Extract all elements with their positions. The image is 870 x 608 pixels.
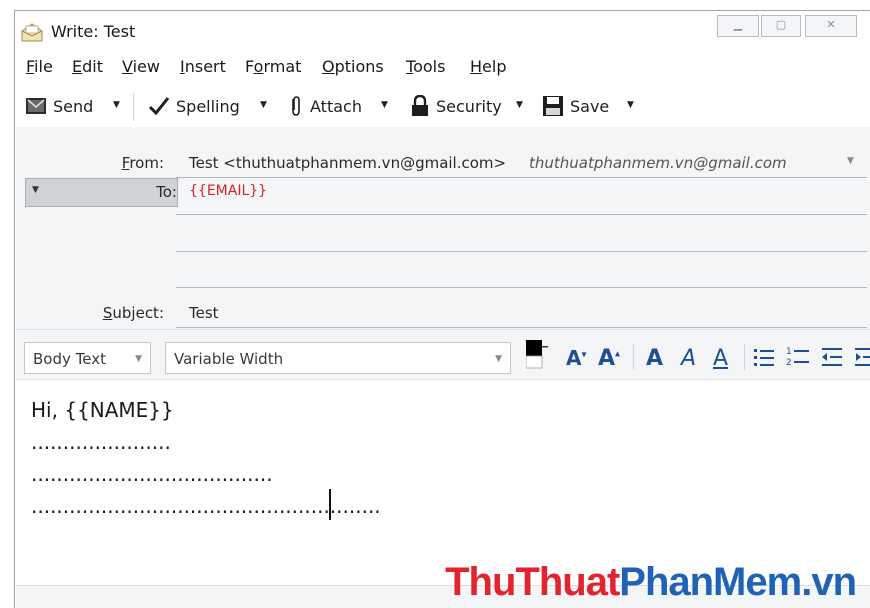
outdent-icon[interactable] bbox=[821, 347, 843, 367]
font-smaller-icon[interactable]: A▾ bbox=[566, 346, 587, 370]
body-greeting: Hi, {{NAME}} bbox=[31, 398, 174, 422]
toolbar-separator bbox=[133, 93, 134, 121]
body-line-2: ...................................... bbox=[31, 462, 273, 486]
recipient-type-arrow: ▼ bbox=[32, 185, 39, 195]
paragraph-style-value: Body Text bbox=[33, 350, 106, 368]
maximize-button[interactable]: ▢ bbox=[761, 15, 801, 37]
send-button[interactable]: Send bbox=[25, 93, 93, 119]
title-bar: Write: Test ▁ ▢ ✕ bbox=[15, 11, 870, 53]
save-label: Save bbox=[570, 96, 610, 116]
to-underline bbox=[176, 214, 867, 215]
save-dropdown-arrow[interactable]: ▼ bbox=[627, 100, 634, 110]
lock-icon bbox=[412, 95, 428, 116]
numbered-list-icon[interactable]: 1 2 bbox=[786, 345, 810, 367]
from-dropdown-arrow[interactable]: ▼ bbox=[847, 156, 854, 166]
address-header: From: Test <thuthuatphanmem.vn@gmail.com… bbox=[16, 127, 870, 337]
floppy-disk-icon bbox=[543, 96, 563, 116]
font-value: Variable Width bbox=[174, 350, 284, 368]
attach-dropdown-arrow[interactable]: ▼ bbox=[381, 100, 388, 110]
main-toolbar: Send ▼ Spelling ▼ Attach ▼ Security ▼ Sa… bbox=[15, 91, 870, 121]
security-label: Security bbox=[436, 96, 502, 116]
chevron-down-icon: ▼ bbox=[135, 354, 142, 364]
menu-format[interactable]: Format bbox=[245, 57, 301, 76]
spelling-button[interactable]: Spelling bbox=[148, 93, 240, 119]
menu-file[interactable]: File bbox=[26, 57, 53, 76]
security-button[interactable]: Security bbox=[410, 93, 502, 119]
italic-icon[interactable]: A bbox=[681, 346, 696, 371]
send-label: Send bbox=[53, 96, 94, 116]
to-value[interactable]: {{EMAIL}} bbox=[189, 183, 267, 199]
subject-input[interactable]: Test bbox=[189, 304, 219, 322]
attach-button[interactable]: Attach bbox=[288, 93, 362, 119]
svg-text:2: 2 bbox=[786, 358, 792, 367]
underline-icon[interactable]: A bbox=[713, 346, 728, 371]
subject-underline bbox=[176, 327, 867, 328]
svg-text:1: 1 bbox=[786, 347, 792, 357]
minimize-button[interactable]: ▁ bbox=[717, 15, 759, 37]
formatting-toolbar: Body Text ▼ Variable Width ▼ A▾ A▴ A A A… bbox=[16, 329, 870, 380]
paperclip-icon bbox=[292, 96, 300, 116]
recipient-type-selector[interactable]: ▼ To: bbox=[25, 178, 178, 207]
chevron-down-icon: ▼ bbox=[495, 354, 502, 364]
recipient-row-3-line bbox=[176, 287, 867, 288]
subject-label: Subject: bbox=[102, 304, 164, 322]
menu-bar: File Edit View Insert Format Options Too… bbox=[15, 55, 870, 81]
menu-help[interactable]: Help bbox=[470, 57, 506, 76]
close-button[interactable]: ✕ bbox=[805, 15, 857, 37]
watermark-part-1: ThuThuat bbox=[445, 560, 620, 604]
recipient-row-2-line bbox=[176, 251, 867, 252]
compose-window: Write: Test ▁ ▢ ✕ File Edit View Insert … bbox=[14, 10, 870, 608]
save-button[interactable]: Save bbox=[542, 93, 609, 119]
indent-icon[interactable] bbox=[854, 347, 870, 367]
message-body-editor[interactable]: Hi, {{NAME}} ...................... ....… bbox=[16, 379, 870, 586]
app-icon bbox=[21, 23, 43, 42]
checkmark-icon bbox=[148, 97, 170, 116]
menu-options[interactable]: Options bbox=[322, 57, 384, 76]
attach-label: Attach bbox=[310, 96, 362, 116]
spelling-label: Spelling bbox=[176, 96, 240, 116]
bold-icon[interactable]: A bbox=[646, 346, 663, 371]
security-dropdown-arrow[interactable]: ▼ bbox=[516, 100, 523, 110]
spelling-dropdown-arrow[interactable]: ▼ bbox=[260, 100, 267, 110]
body-line-1: ...................... bbox=[31, 430, 171, 454]
bullet-list-icon[interactable] bbox=[753, 347, 775, 367]
format-separator bbox=[633, 344, 634, 370]
menu-view[interactable]: View bbox=[122, 57, 160, 76]
menu-insert[interactable]: Insert bbox=[180, 57, 226, 76]
window-title: Write: Test bbox=[51, 22, 136, 41]
from-value[interactable]: Test <thuthuatphanmem.vn@gmail.com> bbox=[189, 154, 506, 172]
from-underline bbox=[176, 177, 867, 178]
send-icon bbox=[26, 98, 46, 114]
from-alias: thuthuatphanmem.vn@gmail.com bbox=[529, 154, 787, 172]
text-caret bbox=[329, 489, 331, 520]
watermark-part-3: .vn bbox=[801, 560, 857, 604]
watermark-logo: ThuThuatPhanMem.vn bbox=[445, 560, 857, 605]
menu-edit[interactable]: Edit bbox=[72, 57, 103, 76]
watermark-part-2: PhanMem bbox=[619, 560, 802, 604]
to-label: To: bbox=[156, 183, 177, 201]
paragraph-style-select[interactable]: Body Text ▼ bbox=[24, 342, 151, 374]
text-color-icon[interactable] bbox=[526, 340, 550, 370]
from-label: From: bbox=[121, 154, 164, 172]
format-separator bbox=[744, 344, 745, 370]
send-dropdown-arrow[interactable]: ▼ bbox=[113, 100, 120, 110]
menu-tools[interactable]: Tools bbox=[406, 57, 445, 76]
font-select[interactable]: Variable Width ▼ bbox=[165, 342, 511, 374]
font-larger-icon[interactable]: A▴ bbox=[598, 346, 620, 371]
